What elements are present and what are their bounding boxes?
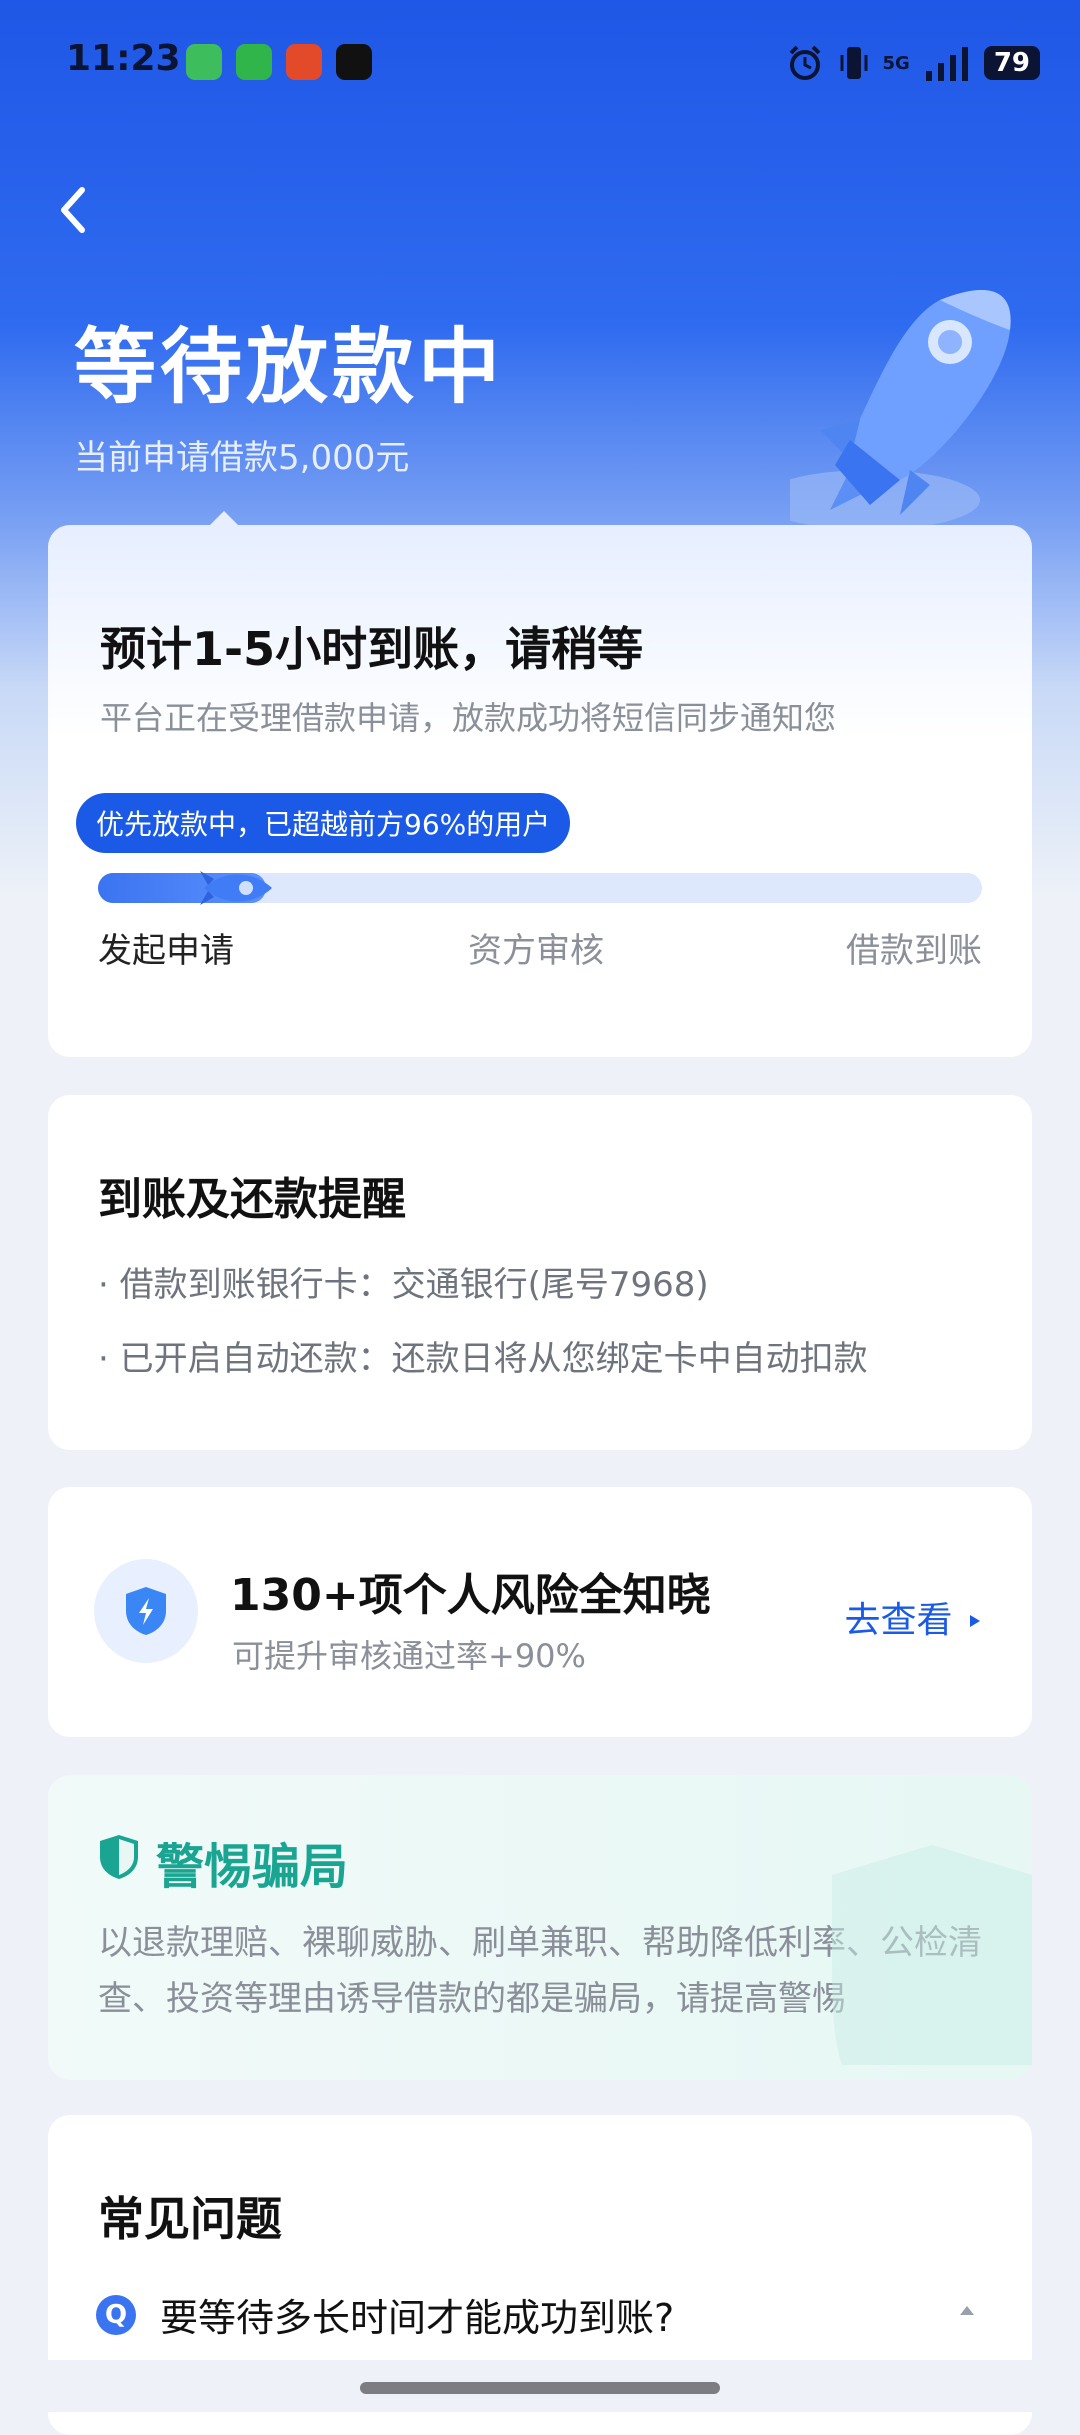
play-arrow-icon <box>970 1615 980 1627</box>
battery-indicator: 79 <box>983 46 1040 80</box>
arrival-note: 平台正在受理借款申请，放款成功将短信同步通知您 <box>100 699 837 737</box>
shield-check-icon <box>100 1835 138 1879</box>
vibrate-icon <box>840 47 867 79</box>
signal-icon <box>925 47 968 81</box>
home-indicator[interactable] <box>360 2382 720 2394</box>
alarm-icon <box>789 45 820 80</box>
card-notch <box>208 511 240 527</box>
question-icon: Q <box>96 2295 136 2335</box>
loan-amount-subtitle: 当前申请借款5,000元 <box>74 438 410 478</box>
priority-badge-tail <box>218 841 242 853</box>
reminder-item: · 借款到账银行卡：交通银行(尾号7968) <box>98 1265 709 1305</box>
rocket-marker-icon <box>199 871 272 905</box>
risk-title: 130+项个人风险全知晓 <box>230 1570 711 1621</box>
progress-card: 预计1-5小时到账，请稍等 平台正在受理借款申请，放款成功将短信同步通知您 优先… <box>48 511 1032 1057</box>
tiktok-app-icon <box>336 44 372 80</box>
progress-track <box>98 871 982 905</box>
faq-title: 常见问题 <box>98 2192 282 2246</box>
reminder-title: 到账及还款提醒 <box>98 1174 406 1225</box>
view-risk-label: 去查看 <box>844 1600 953 1641</box>
risk-subtitle: 可提升审核通过率+90% <box>232 1637 586 1675</box>
rocket-illustration <box>790 290 1011 530</box>
status-time: 11:23 <box>66 38 181 79</box>
arrival-estimate: 预计1-5小时到账，请稍等 <box>100 622 644 676</box>
reminder-item: · 已开启自动还款：还款日将从您绑定卡中自动扣款 <box>98 1339 868 1379</box>
fraud-warning-card: 警惕骗局 以退款理赔、裸聊威胁、刷单兼职、帮助降低利率、公检清查、投资等理由诱导… <box>48 1775 1032 2080</box>
view-risk-link[interactable]: 去查看 <box>845 1591 984 1643</box>
shield-lightning-icon <box>126 1587 166 1635</box>
reminder-card: 到账及还款提醒 · 借款到账银行卡：交通银行(尾号7968) · 已开启自动还款… <box>48 1095 1032 1450</box>
shield-icon-wrapper <box>94 1559 198 1663</box>
risk-check-card[interactable]: 130+项个人风险全知晓 可提升审核通过率+90% 去查看 <box>48 1487 1032 1737</box>
step-arrival: 借款到账 <box>846 931 982 971</box>
reminder-item-text: 借款到账银行卡：交通银行(尾号7968) <box>119 1265 709 1305</box>
step-apply: 发起申请 <box>98 931 234 971</box>
message-app-icon <box>186 44 222 80</box>
collapse-arrow-icon[interactable] <box>952 2295 982 2325</box>
progress-fill <box>98 871 272 905</box>
faq-question[interactable]: 要等待多长时间才能成功到账? <box>160 2287 674 2342</box>
status-indicators: 5G 79 <box>785 40 1040 86</box>
status-bar: 11:23 5G 79 <box>0 0 1080 120</box>
priority-badge: 优先放款中，已超越前方96%的用户 <box>76 793 571 853</box>
page-title: 等待放款中 <box>74 320 505 415</box>
shopping-app-icon <box>286 44 322 80</box>
reminder-item-text: 已开启自动还款：还款日将从您绑定卡中自动扣款 <box>119 1339 868 1379</box>
shield-watermark-icon <box>832 1845 1032 2065</box>
fraud-title: 警惕骗局 <box>156 1839 349 1895</box>
back-arrow-icon[interactable] <box>44 180 104 240</box>
network-type-label: 5G <box>882 52 910 74</box>
video-app-icon <box>236 44 272 80</box>
step-review: 资方审核 <box>468 931 604 971</box>
